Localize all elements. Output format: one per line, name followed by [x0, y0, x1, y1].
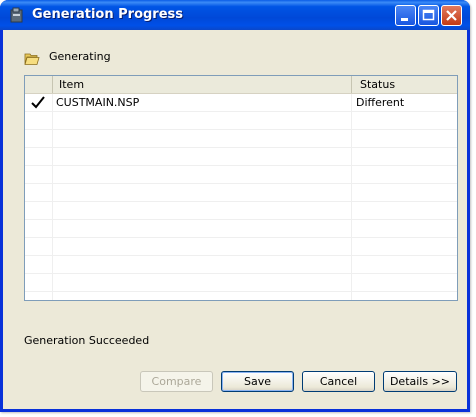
table-cell-check	[25, 94, 53, 111]
table-cell-status: Different	[356, 96, 405, 109]
minimize-button[interactable]	[395, 5, 416, 26]
table-row-empty	[25, 202, 457, 220]
compare-button[interactable]: Compare	[140, 371, 213, 392]
open-folder-icon	[24, 52, 40, 66]
table-row-empty	[25, 130, 457, 148]
table-row-empty	[25, 274, 457, 292]
app-icon	[9, 7, 25, 23]
cancel-button[interactable]: Cancel	[302, 371, 375, 392]
table-row[interactable]: CUSTMAIN.NSP Different	[25, 94, 457, 112]
generating-label: Generating	[49, 50, 111, 63]
table-row-empty	[25, 220, 457, 238]
maximize-button[interactable]	[418, 5, 439, 26]
save-button[interactable]: Save	[221, 371, 294, 392]
generation-status-message: Generation Succeeded	[24, 334, 150, 347]
column-header-check[interactable]	[25, 76, 53, 93]
table-cell-item: CUSTMAIN.NSP	[53, 94, 352, 111]
table-row-empty	[25, 148, 457, 166]
table-row-empty	[25, 292, 457, 300]
maximize-icon	[422, 9, 435, 21]
table-row-empty	[25, 112, 457, 130]
minimize-icon	[401, 18, 408, 21]
table-row-empty	[25, 184, 457, 202]
table-row-empty	[25, 166, 457, 184]
table-header: Item Status	[25, 76, 457, 94]
column-header-status[interactable]: Status	[352, 76, 457, 93]
details-button[interactable]: Details >>	[383, 371, 457, 392]
window-title: Generation Progress	[32, 7, 184, 22]
generation-items-table[interactable]: Item Status CUSTMAIN.NSP Different	[24, 75, 458, 301]
dialog-window: Generation Progress Generating Item Stat…	[0, 0, 470, 412]
close-icon	[446, 10, 457, 21]
title-bar[interactable]: Generation Progress	[0, 0, 470, 30]
checkmark-icon	[31, 96, 45, 109]
table-row-empty	[25, 238, 457, 256]
close-button[interactable]	[441, 5, 462, 26]
table-row-empty	[25, 256, 457, 274]
table-body: CUSTMAIN.NSP Different	[25, 94, 457, 300]
column-header-item[interactable]: Item	[53, 76, 352, 93]
